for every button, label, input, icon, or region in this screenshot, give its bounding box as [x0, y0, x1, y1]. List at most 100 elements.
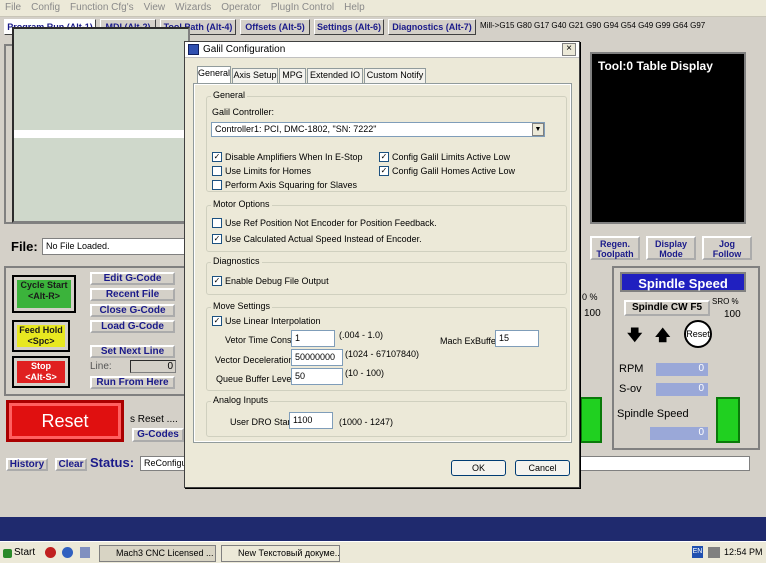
controller-select[interactable]: Controller1: PCI, DMC-1802, "SN: 7222" [211, 122, 545, 137]
follow-label: Follow [712, 249, 742, 259]
axis-squaring-checkbox[interactable]: Perform Axis Squaring for Slaves [212, 179, 357, 192]
menu-wizards[interactable]: Wizards [170, 0, 216, 13]
feed-pct: 0 % [582, 292, 598, 302]
close-icon[interactable]: × [562, 43, 576, 56]
tab-diagnostics[interactable]: Diagnostics (Alt-7) [388, 19, 476, 35]
sro-value: 100 [724, 309, 741, 320]
reset-button[interactable]: Reset [6, 400, 124, 442]
stop-key: <Alt-S> [25, 372, 57, 382]
queue-input[interactable]: 50 [291, 368, 343, 385]
taskbar: Start Mach3 CNC Licensed ... New Текстов… [0, 541, 766, 563]
feed-hold-label: Feed Hold [19, 325, 63, 335]
cycle-start-button[interactable]: Cycle Start <Alt-R> [12, 275, 76, 313]
tab-extended-io[interactable]: Extended IO [307, 68, 363, 83]
desktop-icon[interactable] [80, 547, 90, 558]
display-mode-button[interactable]: Display Mode [646, 236, 696, 260]
clear-button[interactable]: Clear [55, 458, 87, 471]
checkbox-box [212, 165, 222, 176]
homes-active-low-checkbox[interactable]: ✓ Config Galil Homes Active Low [379, 165, 516, 178]
debug-file-checkbox[interactable]: ✓ Enable Debug File Output [212, 275, 329, 288]
disable-amps-checkbox[interactable]: ✓ Disable Amplifiers When In E-Stop [212, 151, 363, 164]
move-settings-title: Move Settings [211, 301, 273, 311]
tab-general[interactable]: General [197, 66, 231, 84]
load-gcode-button[interactable]: Load G-Code [90, 320, 175, 333]
jog-label: Jog [718, 239, 735, 249]
history-button[interactable]: History [6, 458, 48, 471]
cancel-button[interactable]: Cancel [515, 460, 570, 476]
taskbar-mach3[interactable]: Mach3 CNC Licensed ... [99, 545, 216, 562]
decel-input[interactable]: 50000000 [291, 349, 343, 366]
toolpath-display[interactable] [590, 52, 746, 224]
menu-help[interactable]: Help [339, 0, 370, 13]
limits-active-low-checkbox[interactable]: ✓ Config Galil Limits Active Low [379, 151, 511, 164]
checkbox-box [212, 179, 222, 190]
menu-view[interactable]: View [139, 0, 171, 13]
quicklaunch-icon[interactable] [45, 547, 56, 558]
gcodes-button[interactable]: G-Codes [132, 428, 184, 442]
linear-interp-checkbox[interactable]: ✓ Use Linear Interpolation [212, 315, 321, 328]
jog-follow-button[interactable]: Jog Follow [702, 236, 752, 260]
spindle-reset-button[interactable]: Reset [684, 320, 712, 348]
spindle-up-icon[interactable]: 🡅 [655, 325, 670, 350]
rpm-label: RPM [619, 363, 644, 375]
spindle-down-icon[interactable]: 🡇 [627, 325, 642, 350]
tab-axis-setup[interactable]: Axis Setup [232, 68, 278, 83]
ref-position-checkbox[interactable]: Use Ref Position Not Encoder for Positio… [212, 217, 437, 230]
feed-val: 100 [584, 308, 601, 319]
dro-start-label: User DRO Start [230, 417, 294, 427]
tab-mpg[interactable]: MPG [279, 68, 306, 83]
stop-label: Stop [31, 361, 51, 371]
tab-offsets[interactable]: Offsets (Alt-5) [240, 19, 310, 35]
decel-range: (1024 - 67107840) [345, 349, 420, 359]
menu-config[interactable]: Config [26, 0, 65, 13]
controller-label: Galil Controller: [212, 107, 275, 117]
spindle-cw-button[interactable]: Spindle CW F5 [624, 300, 710, 316]
cycle-start-label: Cycle Start [20, 280, 68, 290]
menu-file[interactable]: File [0, 0, 26, 13]
spindle-speed-label: Spindle Speed [617, 408, 689, 420]
gcode-modal-status: Mill->G15 G80 G17 G40 G21 G90 G94 G54 G4… [480, 21, 706, 30]
checkbox-box [212, 217, 222, 228]
tab-settings[interactable]: Settings (Alt-6) [314, 19, 384, 35]
menu-operator[interactable]: Operator [216, 0, 265, 13]
start-label: Start [14, 547, 36, 558]
checkbox-box: ✓ [379, 151, 389, 162]
checkbox-label: Use Limits for Homes [225, 166, 312, 176]
line-number-dro[interactable]: 0 [130, 360, 176, 373]
vtc-range: (.004 - 1.0) [339, 330, 384, 340]
close-gcode-button[interactable]: Close G-Code [90, 304, 175, 317]
dro-start-input[interactable]: 1100 [289, 412, 333, 429]
analog-inputs-group: Analog Inputs User DRO Start 1100 (1000 … [206, 395, 567, 437]
checkbox-box: ✓ [212, 151, 222, 162]
tray-icon[interactable] [708, 547, 720, 558]
limits-for-homes-checkbox[interactable]: Use Limits for Homes [212, 165, 312, 178]
language-indicator[interactable]: EN [692, 546, 703, 558]
sro-label: SRO % [712, 297, 739, 306]
run-from-here-button[interactable]: Run From Here [90, 376, 175, 389]
regen-toolpath-button[interactable]: Regen. Toolpath [590, 236, 640, 260]
exbuffer-input[interactable]: 15 [495, 330, 539, 347]
regen-label: Regen. [599, 239, 630, 249]
gcode-view-pane[interactable] [12, 27, 190, 223]
taskbar-notepad[interactable]: New Текстовый докуме... [221, 545, 340, 562]
feed-hold-button[interactable]: Feed Hold <Spc> [12, 320, 70, 352]
set-next-line-button[interactable]: Set Next Line [90, 345, 175, 358]
ok-button[interactable]: OK [451, 460, 506, 476]
menu-function-cfgs[interactable]: Function Cfg's [65, 0, 139, 13]
dialog-title: Galil Configuration [185, 42, 579, 58]
menu-plugin-control[interactable]: PlugIn Control [266, 0, 339, 13]
checkbox-label: Config Galil Limits Active Low [392, 152, 511, 162]
spindle-led [716, 397, 740, 443]
checkbox-label: Config Galil Homes Active Low [392, 166, 516, 176]
line-label: Line: [90, 361, 112, 372]
edit-gcode-button[interactable]: Edit G-Code [90, 272, 175, 285]
calc-speed-checkbox[interactable]: ✓ Use Calculated Actual Speed Instead of … [212, 233, 422, 246]
browser-icon[interactable] [62, 547, 73, 558]
vtc-input[interactable]: 1 [291, 330, 335, 347]
chevron-down-icon[interactable]: ▼ [532, 123, 544, 136]
recent-file-button[interactable]: Recent File [90, 288, 175, 301]
queue-label: Queue Buffer Level [216, 374, 294, 384]
display-label: Display [654, 239, 687, 249]
tab-custom-notify[interactable]: Custom Notify [364, 68, 426, 83]
stop-button[interactable]: Stop <Alt-S> [12, 356, 70, 388]
